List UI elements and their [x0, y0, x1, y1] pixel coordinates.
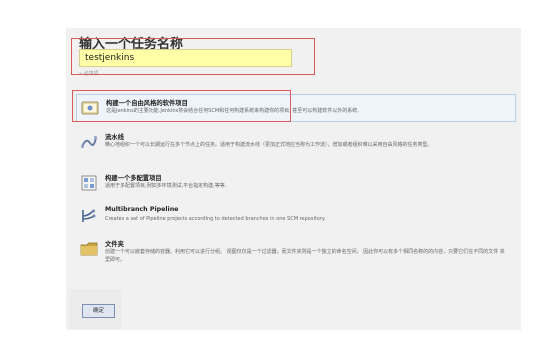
ok-button[interactable]: 确定	[82, 304, 115, 318]
job-type-name: 流水线	[105, 134, 124, 141]
item-name-input[interactable]: testjenkins	[79, 49, 292, 67]
job-type-freestyle[interactable]: 构建一个自由风格的软件项目 这是Jenkins的主要功能.Jenkins将会结合…	[76, 94, 516, 122]
job-type-description: Creates a set of Pipeline projects accor…	[105, 216, 326, 222]
job-type-name: 构建一个自由风格的软件项目	[106, 100, 188, 107]
freestyle-project-icon	[81, 99, 99, 117]
job-type-multibranch-pipeline[interactable]: Multibranch Pipeline Creates a set of Pi…	[76, 203, 516, 229]
job-type-multi-configuration[interactable]: 构建一个多配置项目 适用于多配置项目,例如多环境测试,平台指定构建,等等.	[76, 170, 516, 196]
job-type-name: 文件夹	[105, 241, 124, 248]
job-type-name: Multibranch Pipeline	[105, 206, 179, 213]
job-type-description: 精心地组织一个可以长期运行在多个节点上的任务。适用于构建流水线（更加正式地应当称…	[105, 142, 433, 148]
folder-icon	[80, 240, 98, 258]
job-type-pipeline[interactable]: 流水线 精心地组织一个可以长期运行在多个节点上的任务。适用于构建流水线（更加正式…	[76, 129, 516, 161]
job-type-name: 构建一个多配置项目	[105, 175, 162, 182]
job-type-description: 创建一个可以嵌套存储的容器。利用它可以进行分组。 视图仅仅是一个过滤器，而文件夹…	[105, 249, 505, 263]
job-type-description: 适用于多配置项目,例如多环境测试,平台指定构建,等等.	[105, 183, 227, 189]
job-type-folder[interactable]: 文件夹 创建一个可以嵌套存储的容器。利用它可以进行分组。 视图仅仅是一个过滤器，…	[76, 236, 516, 272]
required-hint: » 必填项	[79, 71, 99, 77]
page-canvas: 输入一个任务名称 testjenkins » 必填项 构建一个自由风格的软件项目…	[0, 0, 553, 347]
job-type-description: 这是Jenkins的主要功能.Jenkins将会结合任何SCM和任何构建系统来构…	[106, 108, 359, 114]
multi-configuration-icon	[80, 174, 98, 192]
multibranch-pipeline-icon	[80, 207, 98, 225]
pipeline-icon	[80, 133, 98, 151]
